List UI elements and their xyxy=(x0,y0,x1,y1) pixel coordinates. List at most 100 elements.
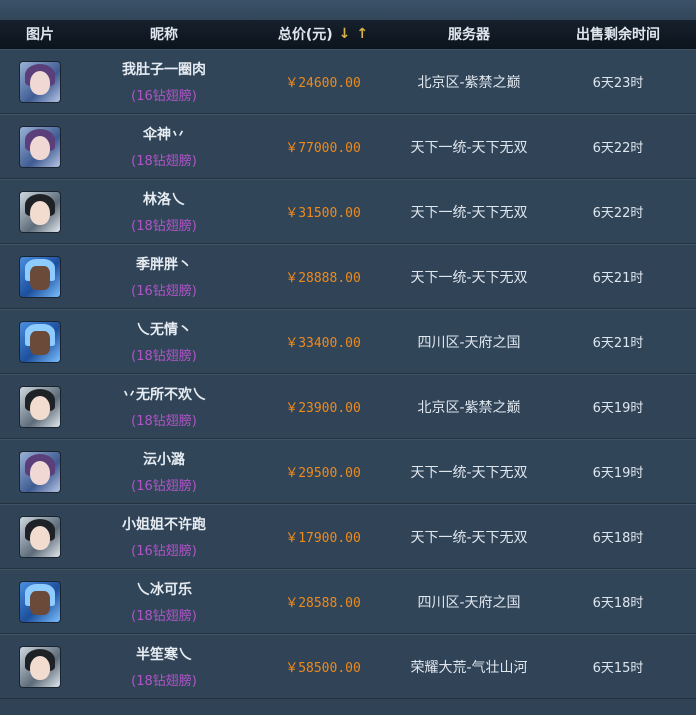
avatar[interactable] xyxy=(20,191,60,232)
wing-badge: (18钻翅膀) xyxy=(131,349,197,364)
table-row[interactable]: 沄小潞 (16钻翅膀) ￥29500.00 天下一统-天下无双 6天19时 xyxy=(0,439,696,504)
avatar[interactable] xyxy=(20,516,60,557)
table-row[interactable]: 季胖胖丶 (16钻翅膀) ￥28888.00 天下一统-天下无双 6天21时 xyxy=(0,244,696,309)
time-left-cell: 6天19时 xyxy=(592,466,644,481)
table-header: 图片 昵称 总价(元) ↓ ↑ 服务器 出售剩余时间 xyxy=(0,20,696,49)
avatar[interactable] xyxy=(20,321,60,362)
avatar[interactable] xyxy=(20,451,60,492)
nickname-link[interactable]: 季胖胖丶 xyxy=(80,254,248,274)
avatar-cell xyxy=(0,581,80,622)
time-left-cell: 6天15时 xyxy=(592,661,644,676)
avatar-cell xyxy=(0,646,80,687)
time-left-cell: 6天23时 xyxy=(592,76,644,91)
avatar-face xyxy=(30,265,50,290)
server-cell: 天下一统-天下无双 xyxy=(410,529,528,546)
nickname-link[interactable]: 丷无所不欢乀 xyxy=(80,384,248,404)
avatar-cell xyxy=(0,61,80,102)
nickname-cell: 伞神丷 (18钻翅膀) xyxy=(80,124,248,169)
price-cell: ￥58500.00 xyxy=(285,661,361,676)
server-cell: 天下一统-天下无双 xyxy=(410,269,528,286)
time-left-cell: 6天19时 xyxy=(592,401,644,416)
avatar[interactable] xyxy=(20,646,60,687)
nickname-link[interactable]: 沄小潞 xyxy=(80,449,248,469)
server-cell: 天下一统-天下无双 xyxy=(410,464,528,481)
avatar-face xyxy=(30,590,50,615)
sort-desc-icon[interactable]: ↓ xyxy=(339,26,351,42)
time-left-cell: 6天18时 xyxy=(592,531,644,546)
server-cell: 四川区-天府之国 xyxy=(417,594,521,611)
table-row[interactable]: 小姐姐不许跑 (16钻翅膀) ￥17900.00 天下一统-天下无双 6天18时 xyxy=(0,504,696,569)
server-cell: 天下一统-天下无双 xyxy=(410,139,528,156)
sort-asc-icon[interactable]: ↑ xyxy=(356,26,368,42)
table-row[interactable]: 丷无所不欢乀 (18钻翅膀) ￥23900.00 北京区-紫禁之巅 6天19时 xyxy=(0,374,696,439)
nickname-cell: 林洛乀 (18钻翅膀) xyxy=(80,189,248,234)
nickname-link[interactable]: 小姐姐不许跑 xyxy=(80,514,248,534)
avatar-cell xyxy=(0,386,80,427)
avatar-face xyxy=(30,70,50,95)
nickname-link[interactable]: 我肚子一圈肉 xyxy=(80,59,248,79)
wing-badge: (18钻翅膀) xyxy=(131,414,197,429)
price-cell: ￥28888.00 xyxy=(285,271,361,286)
avatar-face xyxy=(30,330,50,355)
nickname-link[interactable]: 林洛乀 xyxy=(80,189,248,209)
nickname-cell: 乀冰可乐 (18钻翅膀) xyxy=(80,579,248,624)
price-cell: ￥33400.00 xyxy=(285,336,361,351)
wing-badge: (16钻翅膀) xyxy=(131,284,197,299)
nickname-cell: 我肚子一圈肉 (16钻翅膀) xyxy=(80,59,248,104)
avatar-cell xyxy=(0,451,80,492)
table-row[interactable]: 林洛乀 (18钻翅膀) ￥31500.00 天下一统-天下无双 6天22时 xyxy=(0,179,696,244)
header-server: 服务器 xyxy=(448,27,490,43)
price-cell: ￥24600.00 xyxy=(285,76,361,91)
avatar-cell xyxy=(0,126,80,167)
nickname-link[interactable]: 伞神丷 xyxy=(80,124,248,144)
header-price: 总价(元) ↓ ↑ xyxy=(248,24,398,44)
avatar[interactable] xyxy=(20,386,60,427)
nickname-cell: 小姐姐不许跑 (16钻翅膀) xyxy=(80,514,248,559)
nickname-cell: 乀无情丶 (18钻翅膀) xyxy=(80,319,248,364)
table-row[interactable]: 半笙寒乀 (18钻翅膀) ￥58500.00 荣耀大荒-气壮山河 6天15时 xyxy=(0,634,696,699)
nickname-cell: 季胖胖丶 (16钻翅膀) xyxy=(80,254,248,299)
time-left-cell: 6天22时 xyxy=(592,206,644,221)
price-cell: ￥77000.00 xyxy=(285,141,361,156)
wing-badge: (18钻翅膀) xyxy=(131,219,197,234)
header-image: 图片 xyxy=(26,27,54,43)
time-left-cell: 6天22时 xyxy=(592,141,644,156)
price-cell: ￥29500.00 xyxy=(285,466,361,481)
avatar-face xyxy=(30,525,50,550)
avatar-cell xyxy=(0,516,80,557)
avatar[interactable] xyxy=(20,61,60,102)
server-cell: 北京区-紫禁之巅 xyxy=(417,74,521,91)
wing-badge: (16钻翅膀) xyxy=(131,544,197,559)
avatar-cell xyxy=(0,256,80,297)
header-nickname: 昵称 xyxy=(150,27,178,43)
avatar-face xyxy=(30,460,50,485)
time-left-cell: 6天18时 xyxy=(592,596,644,611)
price-cell: ￥23900.00 xyxy=(285,401,361,416)
wing-badge: (18钻翅膀) xyxy=(131,154,197,169)
nickname-cell: 丷无所不欢乀 (18钻翅膀) xyxy=(80,384,248,429)
table-row[interactable]: 乀冰可乐 (18钻翅膀) ￥28588.00 四川区-天府之国 6天18时 xyxy=(0,569,696,634)
time-left-cell: 6天21时 xyxy=(592,336,644,351)
table-row[interactable]: 我肚子一圈肉 (16钻翅膀) ￥24600.00 北京区-紫禁之巅 6天23时 xyxy=(0,49,696,114)
header-time-left: 出售剩余时间 xyxy=(576,27,660,43)
server-cell: 北京区-紫禁之巅 xyxy=(417,399,521,416)
wing-badge: (16钻翅膀) xyxy=(131,479,197,494)
avatar-cell xyxy=(0,321,80,362)
nickname-link[interactable]: 乀无情丶 xyxy=(80,319,248,339)
top-bar xyxy=(0,0,696,20)
table-row[interactable]: 乀无情丶 (18钻翅膀) ￥33400.00 四川区-天府之国 6天21时 xyxy=(0,309,696,374)
nickname-cell: 半笙寒乀 (18钻翅膀) xyxy=(80,644,248,689)
wing-badge: (18钻翅膀) xyxy=(131,609,197,624)
table-row[interactable]: 伞神丷 (18钻翅膀) ￥77000.00 天下一统-天下无双 6天22时 xyxy=(0,114,696,179)
nickname-link[interactable]: 半笙寒乀 xyxy=(80,644,248,664)
avatar[interactable] xyxy=(20,256,60,297)
price-cell: ￥17900.00 xyxy=(285,531,361,546)
avatar-face xyxy=(30,655,50,680)
nickname-link[interactable]: 乀冰可乐 xyxy=(80,579,248,599)
avatar[interactable] xyxy=(20,126,60,167)
server-cell: 天下一统-天下无双 xyxy=(410,204,528,221)
avatar-cell xyxy=(0,191,80,232)
wing-badge: (16钻翅膀) xyxy=(131,89,197,104)
avatar[interactable] xyxy=(20,581,60,622)
server-cell: 荣耀大荒-气壮山河 xyxy=(410,659,528,676)
